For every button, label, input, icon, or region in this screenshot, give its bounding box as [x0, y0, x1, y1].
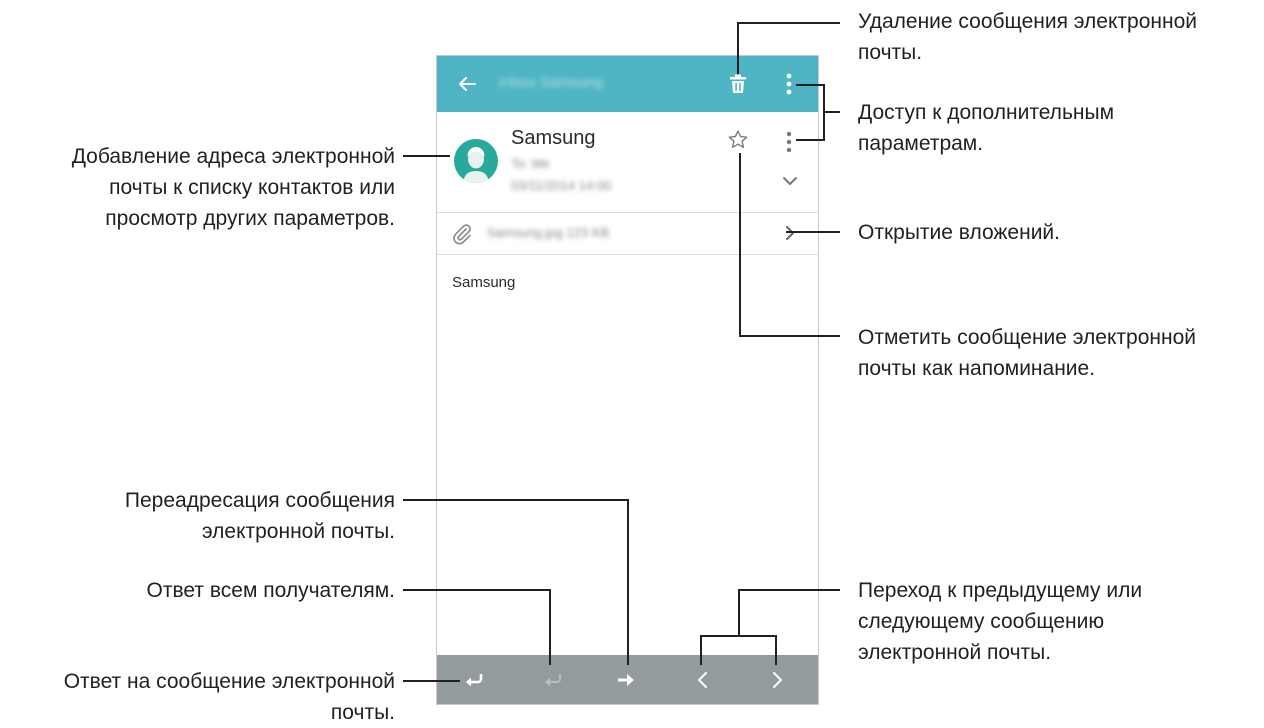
callout-attachments: Открытие вложений. [858, 221, 1061, 244]
callout-forward: Переадресация сообщения электронной почты… [124, 489, 395, 543]
callout-more-options: Доступ к дополнительным параметрам. [858, 101, 1115, 155]
callout-reply: Ответ на сообщение электронной почты. [63, 670, 395, 724]
callout-reminder: Отметить сообщение электронной почты как … [858, 326, 1196, 380]
callout-prev-next: Переход к предыдущему или следующему сооб… [858, 579, 1143, 664]
callout-reply-all: Ответ всем получателям. [146, 579, 395, 602]
callout-delete: Удаление сообщения электронной почты. [858, 10, 1197, 64]
callout-add-contact: Добавление адреса электронной почты к спи… [71, 145, 395, 230]
